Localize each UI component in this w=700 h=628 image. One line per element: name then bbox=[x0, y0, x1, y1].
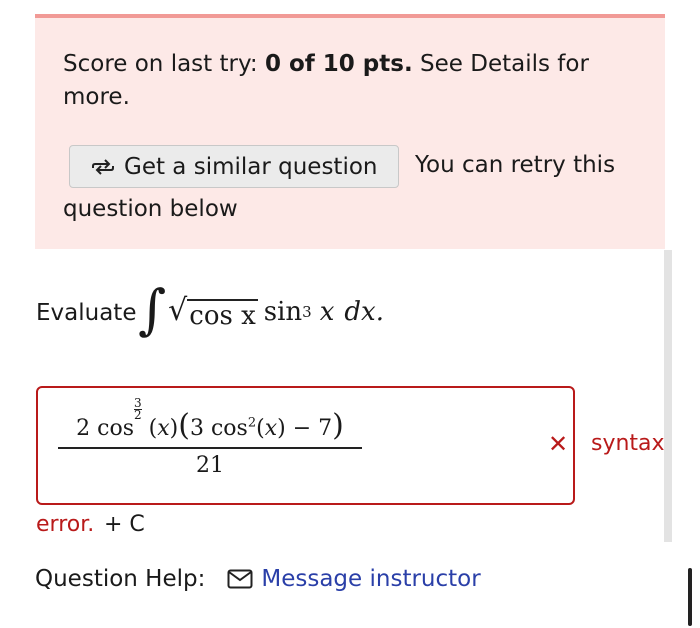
score-value: 0 of 10 pts. bbox=[264, 51, 413, 77]
retry-text: You can retry this bbox=[415, 152, 616, 178]
score-alert: Score on last try: 0 of 10 pts. See Deta… bbox=[35, 14, 665, 249]
scrollbar-track[interactable] bbox=[664, 250, 672, 542]
differential: dx. bbox=[344, 297, 384, 327]
retry-arrows-icon bbox=[92, 158, 114, 175]
exponent-denominator: 2 bbox=[133, 408, 142, 422]
similar-button-label: Get a similar question bbox=[124, 153, 378, 180]
question-prompt: Evaluate bbox=[36, 300, 137, 326]
fraction-exponent: 32 bbox=[133, 397, 142, 422]
question-help: Question Help: Message instructor bbox=[35, 566, 481, 592]
inner-exponent: 2 bbox=[247, 415, 257, 431]
radical-sign: √ bbox=[168, 293, 188, 328]
envelope-icon bbox=[227, 569, 253, 589]
sqrt-content: cos x bbox=[187, 299, 258, 331]
plus-c-label: + C bbox=[104, 512, 145, 537]
get-similar-question-button[interactable]: Get a similar question bbox=[69, 145, 399, 188]
answer-denominator: 21 bbox=[196, 453, 224, 478]
sin-function: sin bbox=[263, 297, 303, 327]
score-text: Score on last try: 0 of 10 pts. See Deta… bbox=[63, 48, 623, 114]
minus-seven: − 7 bbox=[292, 416, 333, 441]
x-variable: x bbox=[157, 416, 170, 441]
sin-exponent: 3 bbox=[302, 303, 312, 321]
numerator-coefficient: 2 bbox=[76, 416, 91, 441]
cos-function: cos bbox=[97, 416, 134, 441]
incorrect-x-icon: ✕ bbox=[548, 430, 569, 458]
integral-expression: ∫ √ cos x sin 3 x dx. bbox=[138, 276, 384, 348]
inner-coefficient: 3 bbox=[189, 416, 204, 441]
syntax-label: syntax bbox=[591, 431, 665, 456]
help-label: Question Help: bbox=[35, 566, 206, 592]
message-instructor-link[interactable]: Message instructor bbox=[227, 566, 481, 592]
inner-x-variable: x bbox=[264, 416, 278, 441]
message-link-label: Message instructor bbox=[261, 566, 481, 592]
inner-cos-function: cos bbox=[210, 416, 248, 441]
integrand-variable: x bbox=[319, 297, 335, 327]
error-label: error. bbox=[36, 512, 95, 537]
retry-text-continued: question below bbox=[63, 196, 238, 222]
answer-numerator: 2 cos 3 2 (x)(3 cos2(x) − 7) bbox=[58, 397, 362, 449]
square-root: √ cos x bbox=[168, 293, 258, 331]
answer-fraction: 2 cos 3 2 (x)(3 cos2(x) − 7) 21 bbox=[58, 397, 362, 478]
scroll-thumb[interactable] bbox=[688, 568, 692, 626]
score-label: Score on last try: bbox=[63, 51, 258, 77]
integral-sign: ∫ bbox=[138, 278, 167, 341]
